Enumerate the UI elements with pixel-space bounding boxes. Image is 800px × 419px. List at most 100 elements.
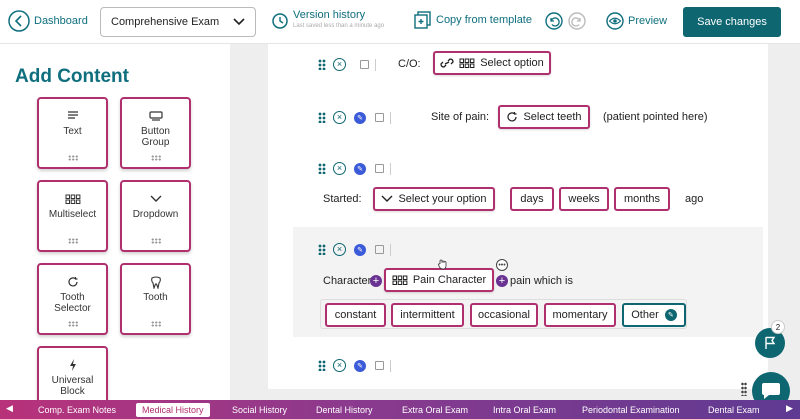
add-content-title: Add Content: [15, 66, 129, 87]
tab-periodontal-examination[interactable]: Periodontal Examination: [582, 403, 680, 417]
row-checkbox[interactable]: [360, 60, 369, 69]
tab-medical-history[interactable]: Medical History: [136, 403, 210, 417]
dashboard-back-button[interactable]: Dashboard: [8, 10, 88, 32]
option-momentary-chip[interactable]: momentary: [544, 303, 616, 327]
lightning-icon: [69, 358, 77, 372]
remove-icon[interactable]: ×: [333, 243, 346, 256]
eye-icon: [606, 12, 624, 30]
tile-button-group[interactable]: Button Group: [120, 97, 191, 169]
tile-text[interactable]: Text: [37, 97, 108, 169]
tab-intra-oral-exam[interactable]: Intra Oral Exam: [493, 403, 556, 417]
row-checkbox[interactable]: [375, 164, 384, 173]
add-before-plus-icon[interactable]: +: [370, 275, 382, 287]
flag-count-badge: 2: [771, 320, 785, 334]
row-controls-character: × ✎: [318, 243, 391, 256]
select-option-label: Select option: [480, 57, 544, 69]
select-your-option-label: Select your option: [398, 193, 487, 205]
drag-handle-icon[interactable]: [150, 155, 161, 161]
character-label: Character:: [323, 275, 375, 287]
refresh-icon: [67, 275, 79, 289]
row-checkbox[interactable]: [375, 113, 384, 122]
site-of-pain-label: Site of pain:: [431, 111, 490, 123]
undo-icon: [545, 12, 563, 30]
edit-pen-icon[interactable]: ✎: [664, 309, 677, 321]
select-option-button[interactable]: Select option: [433, 51, 551, 75]
redo-icon: [568, 12, 586, 30]
select-your-option-dropdown[interactable]: Select your option: [373, 187, 495, 211]
drag-handle-icon[interactable]: [318, 163, 326, 174]
drag-handle-icon[interactable]: [318, 360, 326, 371]
row-checkbox[interactable]: [375, 245, 384, 254]
chat-bubble-icon: [762, 383, 780, 399]
grid-icon: [392, 275, 408, 285]
edit-pen-icon[interactable]: ✎: [354, 243, 366, 256]
tile-universal-block[interactable]: Universal Block: [37, 346, 108, 406]
chevron-down-icon: [150, 192, 162, 206]
remove-icon[interactable]: ×: [333, 359, 346, 372]
remove-icon[interactable]: ×: [333, 58, 346, 71]
option-other-label: Other: [631, 309, 659, 321]
tab-dental-exam[interactable]: Dental Exam: [708, 403, 760, 417]
tile-tooth[interactable]: Tooth: [120, 263, 191, 335]
row-checkbox[interactable]: [375, 361, 384, 370]
tab-extra-oral-exam[interactable]: Extra Oral Exam: [402, 403, 468, 417]
tile-multiselect[interactable]: Multiselect: [37, 180, 108, 252]
save-changes-button[interactable]: Save changes: [683, 7, 781, 37]
unit-days-chip[interactable]: days: [510, 187, 554, 211]
drag-handle-icon[interactable]: [318, 59, 326, 70]
drag-handle-icon[interactable]: [150, 238, 161, 244]
add-after-plus-icon[interactable]: +: [496, 275, 508, 287]
edit-pen-icon[interactable]: ✎: [354, 359, 366, 372]
tile-tooth-selector[interactable]: Tooth Selector: [37, 263, 108, 335]
tab-comp-exam-notes[interactable]: Comp. Exam Notes: [38, 403, 116, 417]
drag-handle-icon[interactable]: [67, 238, 78, 244]
select-teeth-button[interactable]: Select teeth: [498, 105, 590, 129]
tile-label: Dropdown: [132, 209, 179, 220]
remove-icon[interactable]: ×: [333, 111, 346, 124]
option-occasional-chip[interactable]: occasional: [470, 303, 538, 327]
copy-from-template-button[interactable]: Copy from template: [414, 11, 532, 29]
tab-dental-history[interactable]: Dental History: [316, 403, 373, 417]
edit-pen-icon[interactable]: ✎: [354, 162, 366, 175]
edit-pen-icon[interactable]: ✎: [354, 111, 366, 124]
tile-label: Tooth Selector: [54, 292, 91, 314]
tile-label: Button Group: [141, 126, 170, 148]
back-arrow-icon: [8, 10, 30, 32]
tile-label: Text: [63, 126, 82, 137]
drag-handle-icon[interactable]: [67, 321, 78, 327]
pain-which-is-label: pain which is: [510, 275, 573, 287]
pain-character-button[interactable]: Pain Character: [384, 268, 494, 292]
started-label: Started:: [323, 193, 362, 205]
dashboard-label: Dashboard: [34, 15, 88, 27]
grid-icon: [65, 192, 81, 206]
drag-handle-icon[interactable]: [318, 244, 326, 255]
button-group-icon: [148, 109, 163, 123]
preview-button[interactable]: Preview: [606, 12, 667, 30]
drag-handle-icon[interactable]: [150, 321, 161, 327]
drag-handle-icon[interactable]: [67, 155, 78, 161]
undo-button[interactable]: [545, 12, 563, 30]
drag-handle-icon[interactable]: [318, 112, 326, 123]
unit-weeks-chip[interactable]: weeks: [559, 187, 609, 211]
tile-dropdown[interactable]: Dropdown: [120, 180, 191, 252]
option-other-chip[interactable]: Other ✎: [622, 303, 686, 327]
remove-icon[interactable]: ×: [333, 162, 346, 175]
refresh-icon: [507, 112, 518, 122]
option-intermittent-chip[interactable]: intermittent: [391, 303, 464, 327]
scroll-left-icon[interactable]: ◀: [6, 403, 13, 414]
link-icon: [440, 58, 454, 68]
tab-social-history[interactable]: Social History: [232, 403, 287, 417]
unit-months-chip[interactable]: months: [614, 187, 670, 211]
row-controls-next: × ✎: [318, 359, 391, 372]
row-controls-site: × ✎: [318, 111, 391, 124]
more-options-icon[interactable]: •••: [496, 259, 508, 271]
row-controls-started: × ✎: [318, 162, 391, 175]
chevron-down-icon: [233, 18, 245, 26]
version-history-button[interactable]: Version history Last saved less than a m…: [271, 10, 384, 32]
redo-button[interactable]: [568, 12, 586, 30]
scroll-right-icon[interactable]: ▶: [786, 403, 793, 414]
drag-grip-icon[interactable]: [741, 382, 747, 396]
option-constant-chip[interactable]: constant: [325, 303, 386, 327]
tile-label: Multiselect: [48, 209, 97, 220]
exam-select[interactable]: Comprehensive Exam: [100, 7, 256, 37]
